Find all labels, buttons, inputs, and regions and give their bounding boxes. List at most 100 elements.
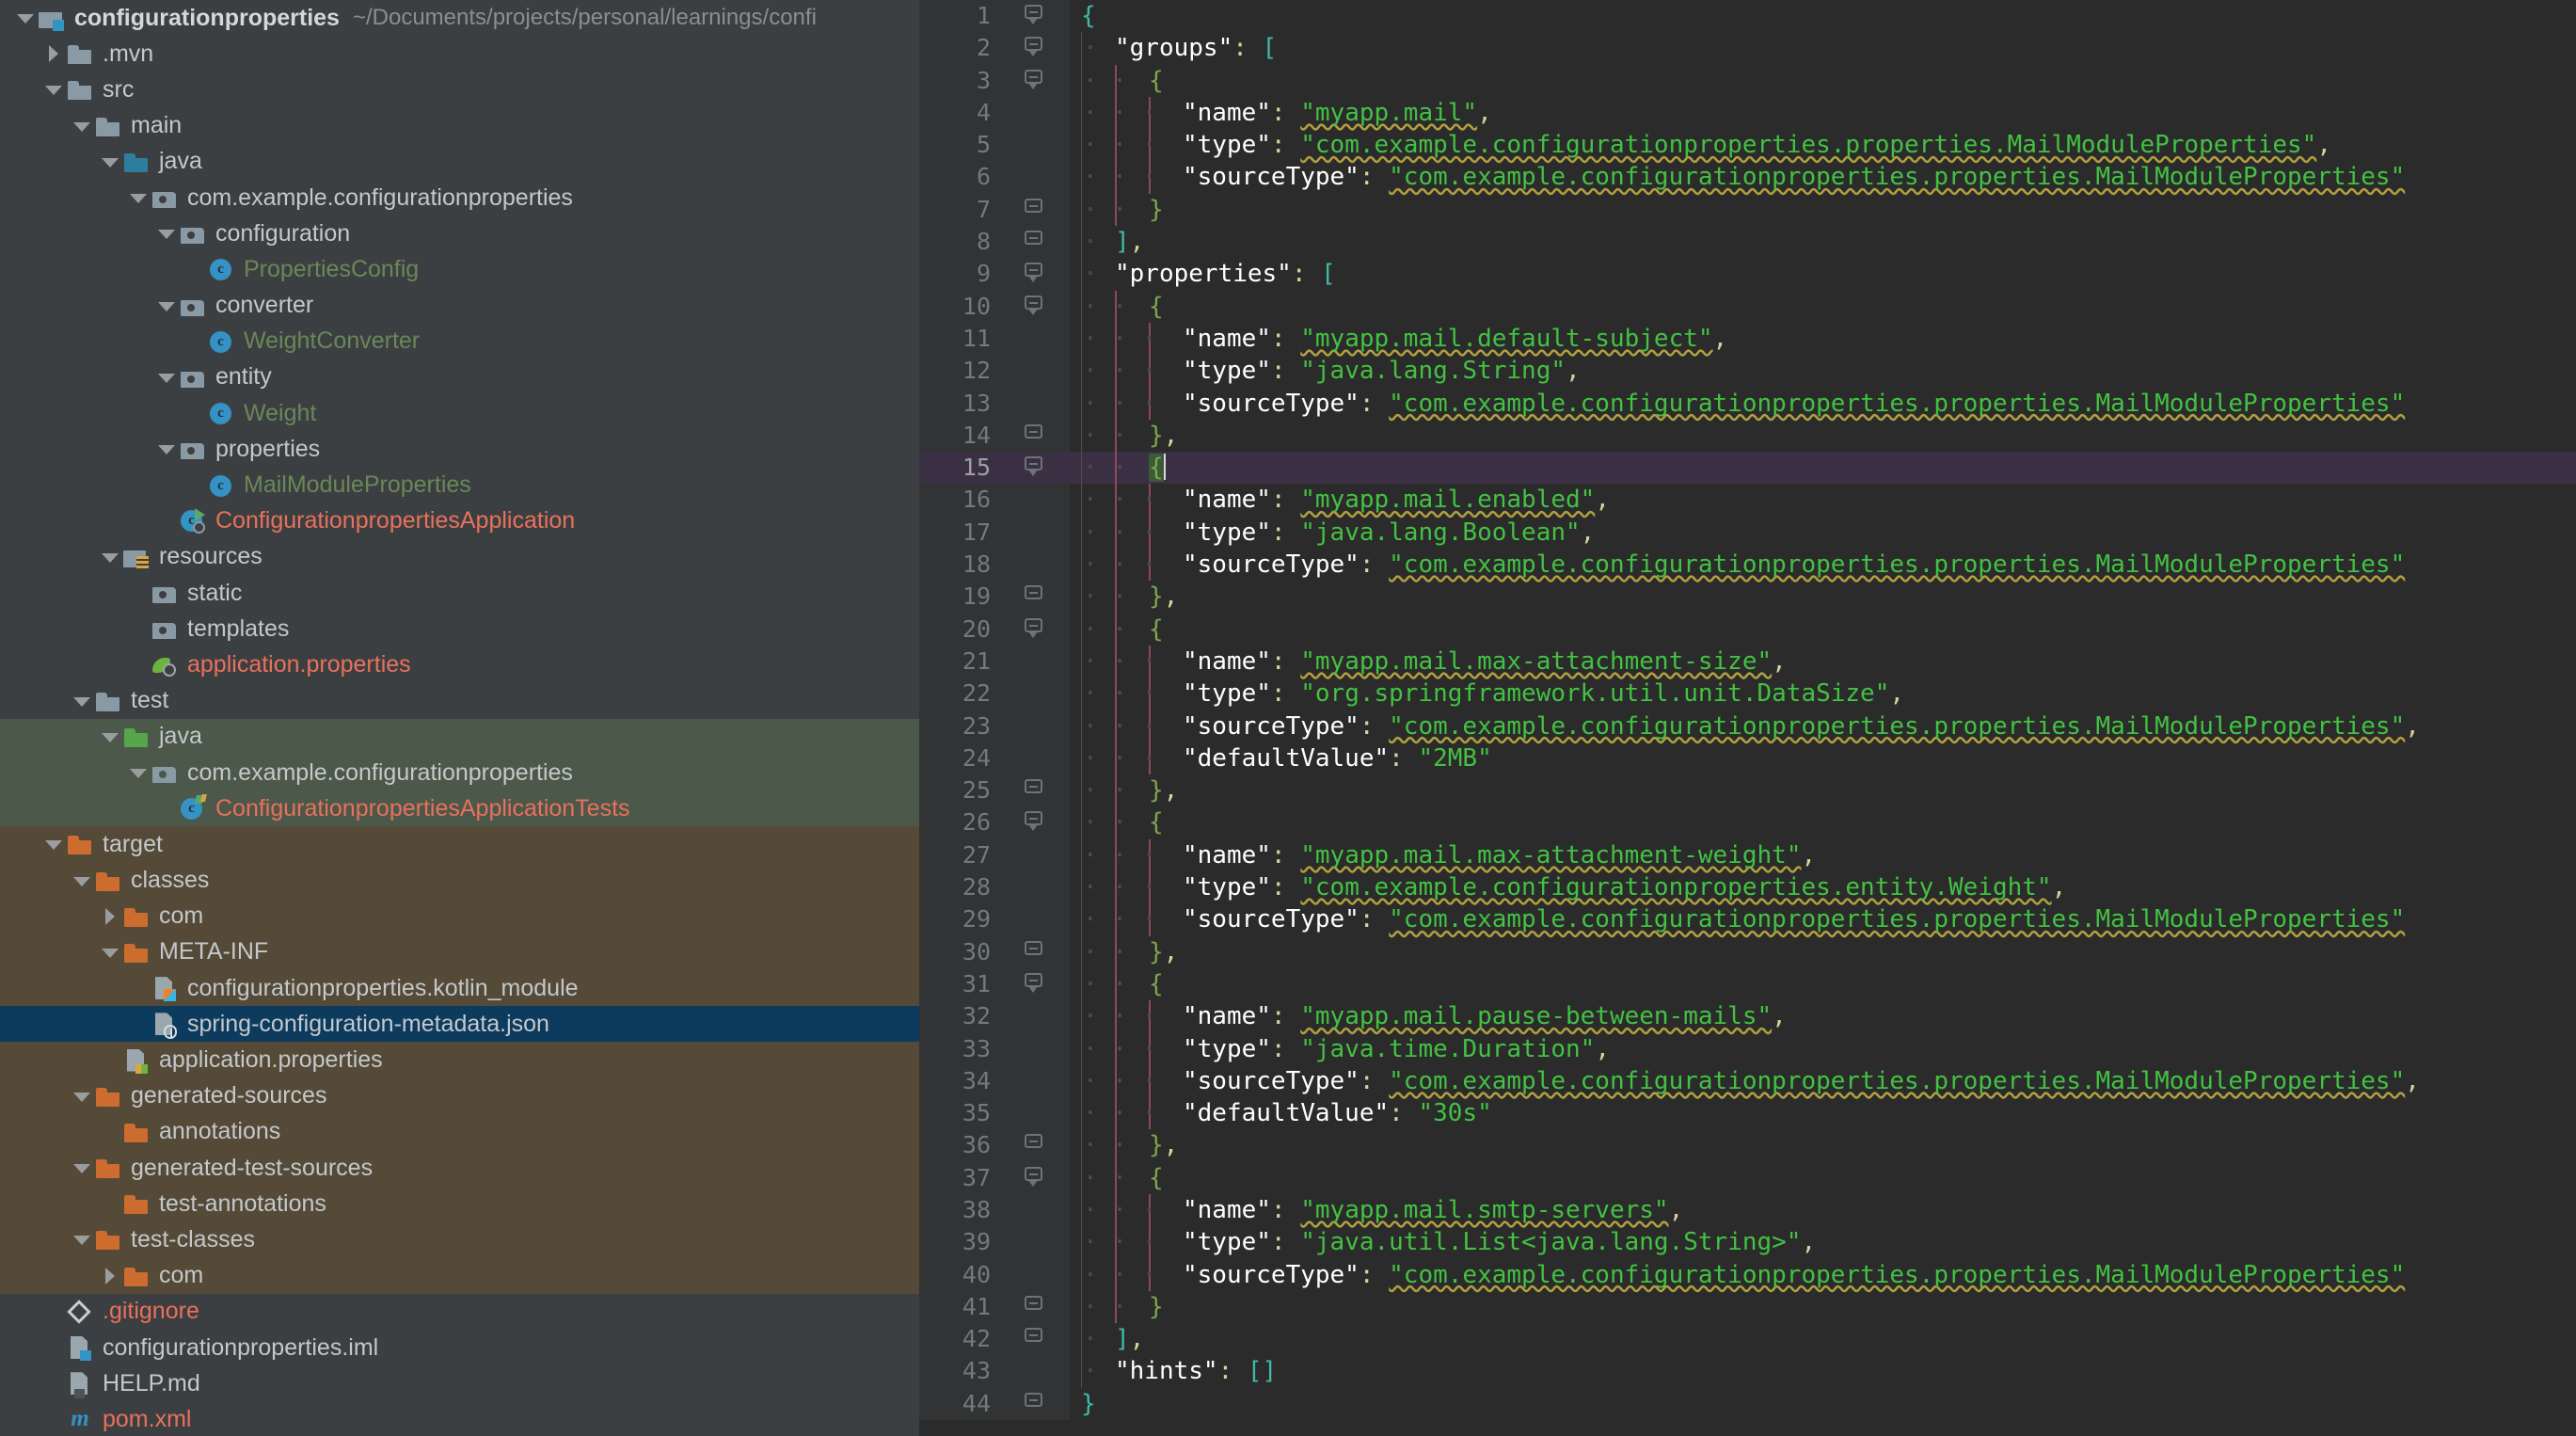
editor-gutter[interactable]	[1000, 96, 1070, 130]
chevron-down-icon[interactable]	[154, 437, 179, 461]
chevron-down-icon[interactable]	[126, 760, 151, 785]
code-text[interactable]: · · },	[1070, 1129, 2576, 1162]
editor-gutter[interactable]	[1000, 678, 1070, 710]
editor-gutter[interactable]	[1000, 1161, 1070, 1194]
fold-collapse-icon[interactable]	[1025, 37, 1043, 57]
editor-gutter[interactable]	[1000, 355, 1070, 388]
code-text[interactable]: · · · "name": "myapp.mail.max-attachment…	[1070, 838, 2576, 872]
code-text[interactable]: · "groups": [	[1070, 32, 2576, 65]
editor-gutter[interactable]	[1000, 903, 1070, 936]
code-text[interactable]: · · · "name": "myapp.mail.pause-between-…	[1070, 1000, 2576, 1033]
code-text[interactable]: · · },	[1070, 935, 2576, 968]
editor-gutter[interactable]	[1000, 1193, 1070, 1227]
editor-gutter[interactable]	[1000, 1323, 1070, 1356]
editor-gutter[interactable]	[1000, 774, 1070, 807]
editor-gutter[interactable]	[1000, 258, 1070, 291]
code-text[interactable]: · · {	[1070, 452, 2576, 485]
tree-row[interactable]: ConfigurationpropertiesApplicationTests	[0, 790, 919, 827]
editor-gutter[interactable]	[1000, 1387, 1070, 1421]
code-line[interactable]: 12 · · · "type": "java.lang.String",	[919, 355, 2576, 388]
fold-end-icon[interactable]	[1025, 1328, 1043, 1347]
code-line[interactable]: 22 · · · "type": "org.springframework.uti…	[919, 678, 2576, 710]
code-text[interactable]: · · }	[1070, 193, 2576, 227]
code-text[interactable]: · · {	[1070, 806, 2576, 839]
editor-gutter[interactable]	[1000, 645, 1070, 678]
fold-collapse-icon[interactable]	[1025, 456, 1043, 477]
editor-gutter[interactable]	[1000, 935, 1070, 968]
editor-gutter[interactable]	[1000, 613, 1070, 646]
code-line[interactable]: 44}	[919, 1387, 2576, 1421]
chevron-down-icon[interactable]	[70, 1084, 94, 1109]
fold-collapse-icon[interactable]	[1025, 972, 1043, 993]
code-line[interactable]: 18 · · · "sourceType": "com.example.confi…	[919, 549, 2576, 582]
code-line[interactable]: 28 · · · "type": "com.example.configurati…	[919, 871, 2576, 904]
tree-row[interactable]: .gitignore	[0, 1294, 919, 1330]
tree-row[interactable]: configurationproperties ~/Documents/proje…	[0, 0, 919, 36]
chevron-down-icon[interactable]	[98, 545, 122, 569]
tree-row[interactable]: META-INF	[0, 933, 919, 971]
code-text[interactable]: · · · "sourceType": "com.example.configu…	[1070, 1064, 2576, 1098]
fold-collapse-icon[interactable]	[1025, 263, 1043, 283]
code-text[interactable]: · · {	[1070, 967, 2576, 1001]
tree-row[interactable]: configuration	[0, 215, 919, 251]
editor-gutter[interactable]	[1000, 1032, 1070, 1065]
chevron-right-icon[interactable]	[98, 1264, 122, 1288]
code-text[interactable]: · · {	[1070, 290, 2576, 323]
editor-gutter[interactable]	[1000, 387, 1070, 420]
tree-row[interactable]: m pom.xml	[0, 1401, 919, 1436]
chevron-down-icon[interactable]	[70, 869, 94, 893]
code-line[interactable]: 11 · · · "name": "myapp.mail.default-subj…	[919, 322, 2576, 356]
chevron-down-icon[interactable]	[70, 689, 94, 713]
tree-row[interactable]: ConfigurationpropertiesApplication	[0, 503, 919, 539]
editor-gutter[interactable]	[1000, 581, 1070, 614]
tree-row[interactable]: com	[0, 898, 919, 934]
code-line[interactable]: 19 · · },	[919, 581, 2576, 614]
fold-end-icon[interactable]	[1025, 423, 1043, 443]
code-line[interactable]: 3 · · {	[919, 64, 2576, 97]
code-text[interactable]: · · · "defaultValue": "30s"	[1070, 1097, 2576, 1130]
fold-collapse-icon[interactable]	[1025, 69, 1043, 89]
code-text[interactable]: · · {	[1070, 1161, 2576, 1194]
chevron-down-icon[interactable]	[154, 221, 179, 246]
code-text[interactable]: · · · "type": "java.time.Duration",	[1070, 1032, 2576, 1065]
code-line[interactable]: 38 · · · "name": "myapp.mail.smtp-servers…	[919, 1193, 2576, 1227]
tree-row[interactable]: annotations	[0, 1113, 919, 1150]
code-line[interactable]: 23 · · · "sourceType": "com.example.confi…	[919, 710, 2576, 742]
code-text[interactable]: · · · "sourceType": "com.example.configu…	[1070, 549, 2576, 582]
code-line[interactable]: 15 · · {	[919, 452, 2576, 485]
tree-row[interactable]: MailModuleProperties	[0, 467, 919, 503]
chevron-right-icon[interactable]	[98, 904, 122, 929]
code-text[interactable]: · · · "type": "java.lang.String",	[1070, 355, 2576, 388]
editor-gutter[interactable]	[1000, 742, 1070, 775]
code-text[interactable]: · · · "sourceType": "com.example.configu…	[1070, 1258, 2576, 1291]
tree-row[interactable]: classes	[0, 862, 919, 899]
tree-row[interactable]: test-annotations	[0, 1186, 919, 1222]
code-line[interactable]: 30 · · },	[919, 935, 2576, 968]
code-line[interactable]: 20 · · {	[919, 613, 2576, 646]
chevron-down-icon[interactable]	[126, 185, 151, 210]
tree-row[interactable]: application.properties	[0, 646, 919, 682]
tree-row[interactable]: java	[0, 718, 919, 755]
tree-row[interactable]: generated-test-sources	[0, 1150, 919, 1187]
code-text[interactable]: · · · "defaultValue": "2MB"	[1070, 742, 2576, 775]
code-text[interactable]: · · · "type": "org.springframework.util.…	[1070, 678, 2576, 710]
code-line[interactable]: 32 · · · "name": "myapp.mail.pause-betwee…	[919, 1000, 2576, 1033]
code-line[interactable]: 5 · · · "type": "com.example.configuratio…	[919, 129, 2576, 162]
tree-row[interactable]: test	[0, 683, 919, 719]
editor-gutter[interactable]	[1000, 1355, 1070, 1388]
tree-row[interactable]: resources	[0, 539, 919, 575]
code-editor[interactable]: 1{2 · "groups": [3 · · {4 · · · "name": "my…	[919, 0, 2576, 1436]
code-text[interactable]: · · · "sourceType": "com.example.configu…	[1070, 710, 2576, 742]
fold-end-icon[interactable]	[1025, 585, 1043, 604]
code-line[interactable]: 42 · ],	[919, 1323, 2576, 1356]
tree-row[interactable]: static	[0, 575, 919, 611]
tree-row[interactable]: com.example.configurationproperties	[0, 754, 919, 791]
code-line[interactable]: 9 · "properties": [	[919, 258, 2576, 291]
chevron-down-icon[interactable]	[70, 1227, 94, 1252]
tree-row[interactable]: target	[0, 826, 919, 863]
tree-row[interactable]: configurationproperties.kotlin_module	[0, 970, 919, 1007]
chevron-down-icon[interactable]	[154, 294, 179, 318]
chevron-down-icon[interactable]	[98, 940, 122, 965]
editor-gutter[interactable]	[1000, 161, 1070, 194]
fold-end-icon[interactable]	[1025, 231, 1043, 249]
